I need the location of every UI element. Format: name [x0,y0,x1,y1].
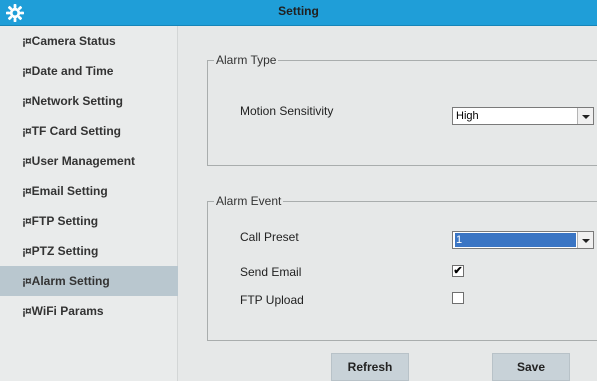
alarm-type-legend: Alarm Type [214,53,279,67]
call-preset-label: Call Preset [240,230,299,244]
sidebar-item-camera-status[interactable]: ¡¤ Camera Status [0,26,178,56]
bullet-icon: ¡¤ [22,304,32,318]
bullet-icon: ¡¤ [22,274,32,288]
sidebar-item-ptz-setting[interactable]: ¡¤ PTZ Setting [0,236,178,266]
sidebar-item-label: Email Setting [31,184,108,198]
bullet-icon: ¡¤ [22,34,32,48]
sidebar-item-ftp-setting[interactable]: ¡¤ FTP Setting [0,206,178,236]
bullet-icon: ¡¤ [22,64,32,78]
sidebar: ¡¤ Camera Status ¡¤ Date and Time ¡¤ Net… [0,26,178,381]
motion-sensitivity-label: Motion Sensitivity [240,104,334,118]
sidebar-item-label: TF Card Setting [31,124,122,138]
window-title: Setting [278,4,319,18]
call-preset-select[interactable]: 1 [452,231,594,249]
ftp-upload-label: FTP Upload [240,293,304,307]
sidebar-item-label: FTP Setting [31,214,99,228]
motion-sensitivity-value: High [456,110,479,122]
sidebar-item-label: PTZ Setting [31,244,99,258]
sidebar-item-wifi-params[interactable]: ¡¤ WiFi Params [0,296,178,326]
sidebar-item-user-management[interactable]: ¡¤ User Management [0,146,178,176]
bullet-icon: ¡¤ [22,94,32,108]
alarm-event-group: Alarm Event Call Preset 1 Send Email ✔ F… [207,194,597,341]
sidebar-item-label: WiFi Params [31,304,104,318]
chevron-down-icon[interactable] [577,108,593,124]
sidebar-item-date-and-time[interactable]: ¡¤ Date and Time [0,56,178,86]
alarm-event-legend: Alarm Event [214,194,284,208]
send-email-checkbox[interactable]: ✔ [452,265,464,277]
sidebar-item-label: User Management [31,154,136,168]
bullet-icon: ¡¤ [22,244,32,258]
checkmark-icon: ✔ [453,264,463,277]
call-preset-value: 1 [455,233,576,247]
sidebar-item-network-setting[interactable]: ¡¤ Network Setting [0,86,178,116]
bullet-icon: ¡¤ [22,184,32,198]
sidebar-item-label: Alarm Setting [31,274,110,288]
ftp-upload-checkbox[interactable] [452,292,464,304]
alarm-type-group: Alarm Type Motion Sensitivity High [207,53,597,166]
sidebar-item-tf-card-setting[interactable]: ¡¤ TF Card Setting [0,116,178,146]
sidebar-item-alarm-setting[interactable]: ¡¤ Alarm Setting [0,266,178,296]
sidebar-item-email-setting[interactable]: ¡¤ Email Setting [0,176,178,206]
sidebar-item-label: Network Setting [31,94,124,108]
save-button[interactable]: Save [492,353,570,381]
motion-sensitivity-select[interactable]: High [452,107,594,125]
refresh-button[interactable]: Refresh [331,353,409,381]
send-email-label: Send Email [240,265,302,279]
title-bar: Setting [0,0,597,26]
bullet-icon: ¡¤ [22,154,32,168]
sidebar-item-label: Camera Status [31,34,116,48]
chevron-down-icon[interactable] [577,232,593,248]
bullet-icon: ¡¤ [22,124,32,138]
sidebar-item-label: Date and Time [31,64,114,78]
bullet-icon: ¡¤ [22,214,32,228]
